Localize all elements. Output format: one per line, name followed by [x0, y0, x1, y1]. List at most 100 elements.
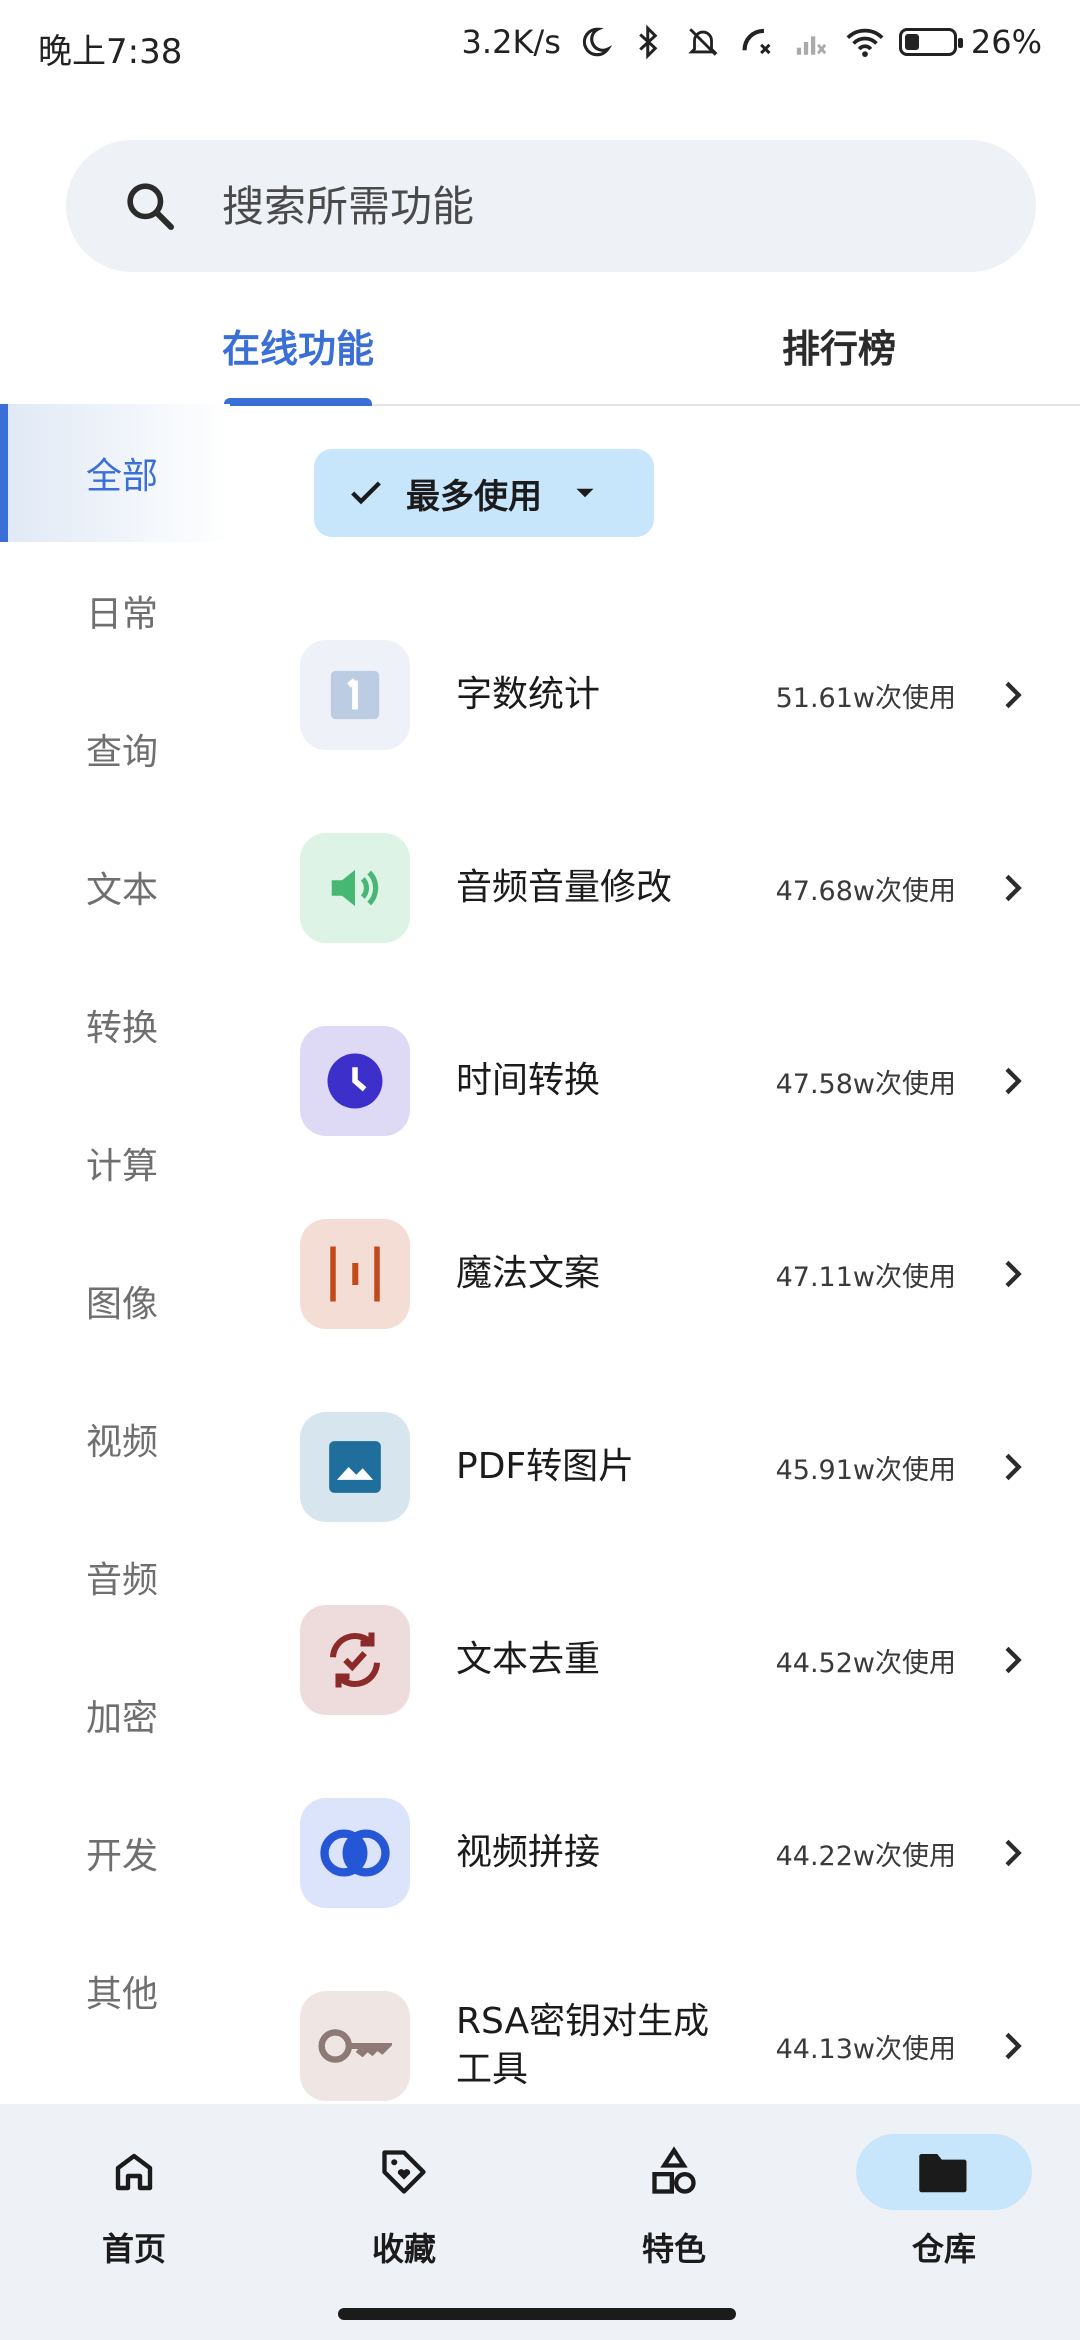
chevron-down-icon	[576, 488, 594, 498]
sidebar-item-encrypt[interactable]: 加密	[0, 1646, 230, 1784]
wifi-icon	[845, 22, 885, 62]
nav-label: 特色	[641, 2230, 706, 2268]
tile-time-convert	[300, 1026, 410, 1136]
image-icon	[329, 1441, 381, 1493]
list-item[interactable]: 文本去重 44.52w次使用	[300, 1585, 1040, 1735]
sidebar-item-label: 文本	[86, 870, 159, 911]
sidebar-item-image[interactable]: 图像	[0, 1232, 230, 1370]
moon-icon	[575, 22, 615, 62]
nav-home[interactable]: 首页	[34, 2134, 234, 2270]
shapes-icon	[652, 2146, 696, 2194]
text-cursor-icon	[330, 1246, 380, 1302]
list-item[interactable]: 字数统计 51.61w次使用	[300, 620, 1040, 770]
item-usage-count: 47.68w次使用	[775, 875, 956, 907]
sidebar-item-label: 加密	[86, 1698, 159, 1739]
sort-filter-label: 最多使用	[406, 476, 542, 517]
sidebar-item-calculate[interactable]: 计算	[0, 1094, 230, 1232]
chevron-right-icon	[1005, 1453, 1022, 1481]
nav-repository[interactable]: 仓库	[844, 2134, 1044, 2270]
nav-label: 收藏	[371, 2230, 436, 2268]
heart-tag-icon	[382, 2150, 426, 2194]
item-title: 时间转换	[456, 1060, 601, 1101]
item-usage-count: 47.58w次使用	[775, 1068, 956, 1100]
item-usage-count: 44.22w次使用	[775, 1840, 956, 1872]
item-title: 字数统计	[456, 674, 601, 715]
bottom-navigation: 首页 收藏 特色 仓库	[0, 2104, 1080, 2340]
tile-audio-volume	[300, 833, 410, 943]
clock-icon	[327, 1053, 383, 1109]
nav-featured[interactable]: 特色	[574, 2134, 774, 2270]
sidebar-item-convert[interactable]: 转换	[0, 956, 230, 1094]
sidebar-item-all[interactable]: 全部	[0, 404, 230, 542]
tile-magic-copy	[300, 1219, 410, 1329]
item-title: RSA密钥对生成工具	[456, 2001, 710, 2090]
search-bar[interactable]	[66, 140, 1036, 272]
call-forward-icon	[737, 22, 777, 62]
search-input[interactable]	[220, 180, 924, 232]
tile-video-merge	[300, 1798, 410, 1908]
sidebar-item-daily[interactable]: 日常	[0, 542, 230, 680]
bluetooth-icon	[629, 22, 669, 62]
nav-featured-icon-wrap	[586, 2134, 762, 2210]
sidebar-item-label: 开发	[86, 1836, 159, 1877]
item-title: 魔法文案	[456, 1253, 601, 1294]
item-usage-count: 51.61w次使用	[775, 682, 956, 714]
nav-repository-icon-wrap	[856, 2134, 1032, 2210]
sidebar-item-query[interactable]: 查询	[0, 680, 230, 818]
item-usage-count: 45.91w次使用	[775, 1454, 956, 1486]
chevron-right-icon	[1005, 2032, 1022, 2060]
item-title: 视频拼接	[456, 1832, 601, 1873]
battery-level: 26%	[970, 23, 1042, 61]
check-icon	[351, 481, 381, 505]
sort-filter-chip[interactable]: 最多使用	[314, 449, 654, 537]
refresh-check-icon	[329, 1632, 381, 1688]
tile-word-count	[300, 640, 410, 750]
sidebar-item-label: 查询	[86, 732, 159, 773]
list-item[interactable]: RSA密钥对生成工具 44.13w次使用	[300, 1971, 1040, 2121]
list-item[interactable]: 音频音量修改 47.68w次使用	[300, 813, 1040, 963]
chevron-right-icon	[1005, 1067, 1022, 1095]
sidebar-item-label: 日常	[86, 594, 159, 635]
chevron-right-icon	[1005, 874, 1022, 902]
search-icon	[127, 183, 175, 231]
home-icon	[115, 2153, 153, 2191]
tab-bar: 在线功能 排行榜	[0, 300, 1080, 406]
sidebar-item-video[interactable]: 视频	[0, 1370, 230, 1508]
chevron-right-icon	[1005, 681, 1022, 709]
signal-icon	[791, 22, 831, 62]
item-usage-count: 47.11w次使用	[775, 1261, 956, 1293]
sidebar-item-develop[interactable]: 开发	[0, 1784, 230, 1922]
tile-rsa-keygen	[300, 1991, 410, 2101]
chevron-right-icon	[1005, 1839, 1022, 1867]
status-bar: 晚上7:38 3.2K/s 26%	[0, 0, 1080, 90]
speaker-icon	[331, 869, 379, 907]
tab-online-features[interactable]: 在线功能	[222, 318, 374, 373]
status-icons: 3.2K/s 26%	[462, 22, 1042, 62]
list-item[interactable]: 视频拼接 44.22w次使用	[300, 1778, 1040, 1928]
bell-off-icon	[683, 22, 723, 62]
item-title: PDF转图片	[456, 1446, 635, 1487]
list-item[interactable]: PDF转图片 45.91w次使用	[300, 1392, 1040, 1542]
category-sidebar: 全部 日常 查询 文本 转换 计算 图像 视频 音频 加密 开发 其他	[0, 404, 230, 2104]
sidebar-item-audio[interactable]: 音频	[0, 1508, 230, 1646]
tile-text-dedupe	[300, 1605, 410, 1715]
number-one-icon	[330, 670, 380, 720]
list-item[interactable]: 魔法文案 47.11w次使用	[300, 1199, 1040, 1349]
list-item[interactable]: 时间转换 47.58w次使用	[300, 1006, 1040, 1156]
battery-icon	[898, 28, 963, 56]
folder-icon	[919, 2154, 967, 2193]
item-usage-count: 44.13w次使用	[775, 2033, 956, 2065]
status-time: 晚上7:38	[38, 32, 183, 72]
sidebar-item-other[interactable]: 其他	[0, 1922, 230, 2060]
nav-label: 仓库	[911, 2230, 976, 2268]
sidebar-item-text[interactable]: 文本	[0, 818, 230, 956]
nav-label: 首页	[101, 2230, 166, 2268]
tab-ranking[interactable]: 排行榜	[782, 318, 896, 373]
sidebar-item-label: 视频	[86, 1422, 159, 1463]
item-usage-count: 44.52w次使用	[775, 1647, 956, 1679]
sidebar-item-label: 音频	[86, 1560, 159, 1601]
sidebar-item-label: 计算	[86, 1146, 159, 1187]
nav-favorites[interactable]: 收藏	[304, 2134, 504, 2270]
sidebar-item-label: 全部	[86, 456, 159, 497]
sidebar-item-label: 图像	[86, 1284, 159, 1325]
